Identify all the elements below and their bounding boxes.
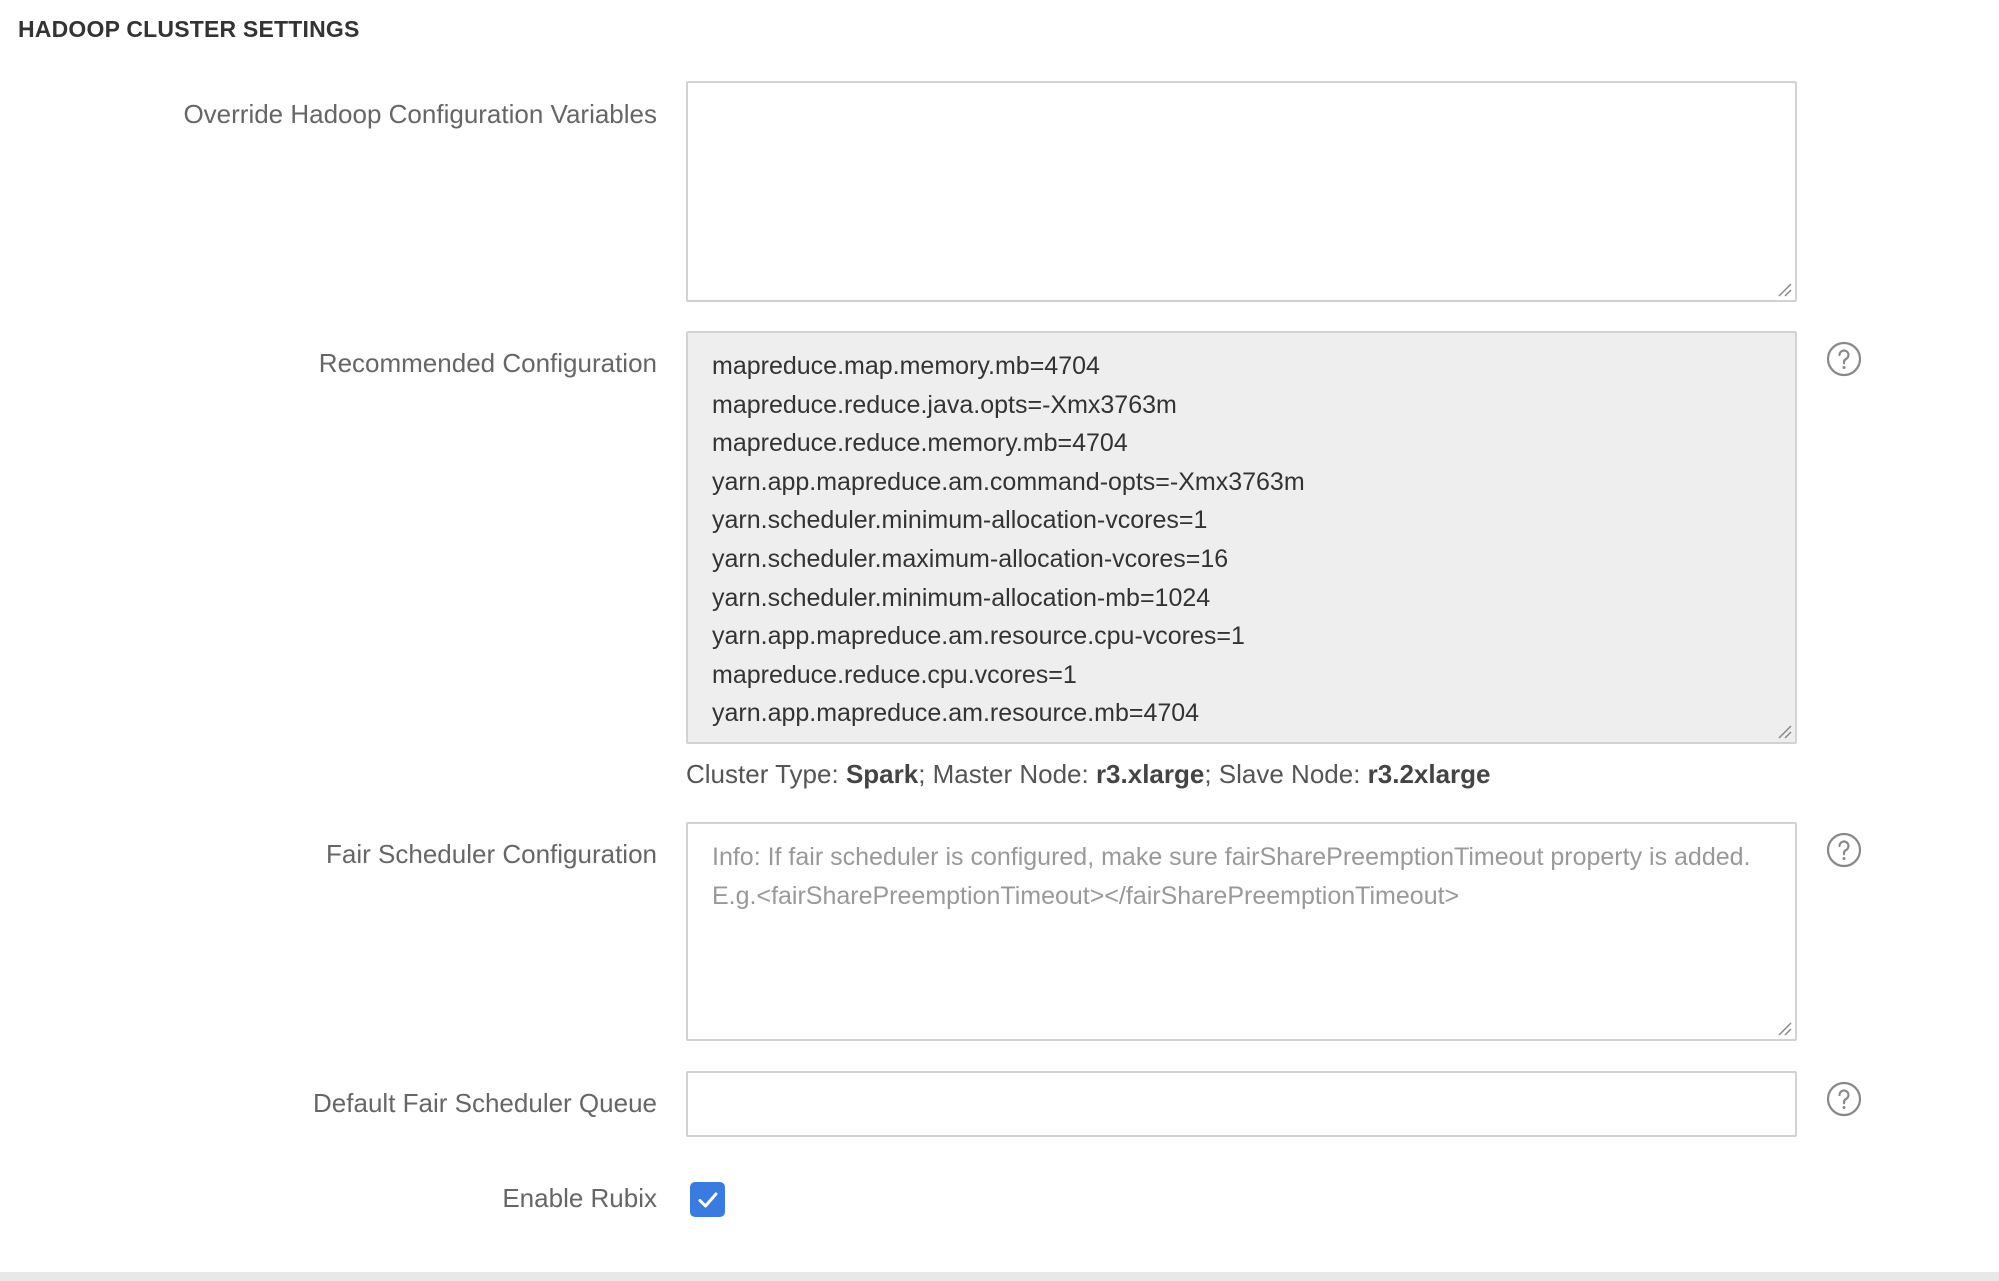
default-queue-input[interactable]	[686, 1071, 1797, 1137]
fair-scheduler-label: Fair Scheduler Configuration	[326, 839, 657, 869]
config-line: mapreduce.map.memory.mb=4704	[712, 352, 1100, 380]
master-node-label: ; Master Node:	[918, 759, 1096, 789]
fair-scheduler-placeholder: Info: If fair scheduler is configured, m…	[712, 838, 1771, 915]
slave-node-value: r3.2xlarge	[1367, 759, 1491, 789]
enable-rubix-checkbox[interactable]	[690, 1182, 725, 1217]
cluster-type-value: Spark	[845, 759, 919, 789]
default-queue-label: Default Fair Scheduler Queue	[313, 1088, 657, 1118]
slave-node-label: ; Slave Node:	[1204, 759, 1368, 789]
cluster-type-label: Cluster Type:	[686, 759, 846, 789]
resize-grip-icon[interactable]	[1776, 281, 1792, 297]
override-config-textarea[interactable]	[686, 81, 1797, 302]
hadoop-cluster-settings-page: HADOOP CLUSTER SETTINGS Override Hadoop …	[0, 0, 1999, 1281]
help-circle-icon[interactable]	[1826, 341, 1862, 377]
config-line: mapreduce.map.java.opts=-Xmx3763m	[712, 733, 1771, 742]
config-line: mapreduce.reduce.memory.mb=4704	[712, 429, 1128, 458]
section-title: HADOOP CLUSTER SETTINGS	[18, 16, 360, 42]
recommended-config-textarea[interactable]: mapreduce.map.memory.mb=4704 mapreduce.re…	[686, 331, 1797, 744]
placeholder-line-1: Info: If fair scheduler is configured, m…	[712, 843, 1751, 871]
help-circle-icon[interactable]	[1826, 1081, 1862, 1117]
cluster-info: Cluster Type: Spark; Master Node: r3.xla…	[686, 759, 1491, 790]
config-line: yarn.app.mapreduce.am.resource.mb=4704	[712, 699, 1200, 728]
config-line: yarn.app.mapreduce.am.resource.cpu-vcore…	[712, 622, 1245, 651]
master-node-value: r3.xlarge	[1095, 759, 1205, 789]
config-line: yarn.scheduler.minimum-allocation-mb=102…	[712, 583, 1211, 612]
checkmark-icon	[698, 1192, 717, 1207]
help-circle-icon[interactable]	[1826, 832, 1862, 868]
resize-grip-icon[interactable]	[1776, 1020, 1792, 1036]
enable-rubix-label: Enable Rubix	[502, 1183, 657, 1213]
config-line: yarn.app.mapreduce.am.command-opts=-Xmx3…	[712, 467, 1305, 496]
recommended-config-lines: mapreduce.map.memory.mb=4704 mapreduce.re…	[712, 347, 1771, 742]
config-line: mapreduce.reduce.java.opts=-Xmx3763m	[712, 390, 1177, 419]
override-config-label: Override Hadoop Configuration Variables	[183, 99, 657, 129]
config-line: yarn.scheduler.maximum-allocation-vcores…	[712, 544, 1229, 573]
fair-scheduler-textarea[interactable]: Info: If fair scheduler is configured, m…	[686, 822, 1797, 1041]
config-line: mapreduce.reduce.cpu.vcores=1	[712, 660, 1077, 689]
bottom-divider	[0, 1272, 1999, 1281]
placeholder-line-2: E.g.<fairSharePreemptionTimeout></fairSh…	[712, 881, 1460, 910]
recommended-config-label: Recommended Configuration	[318, 348, 657, 378]
config-line: yarn.scheduler.minimum-allocation-vcores…	[712, 506, 1208, 535]
resize-grip-icon[interactable]	[1776, 723, 1792, 739]
